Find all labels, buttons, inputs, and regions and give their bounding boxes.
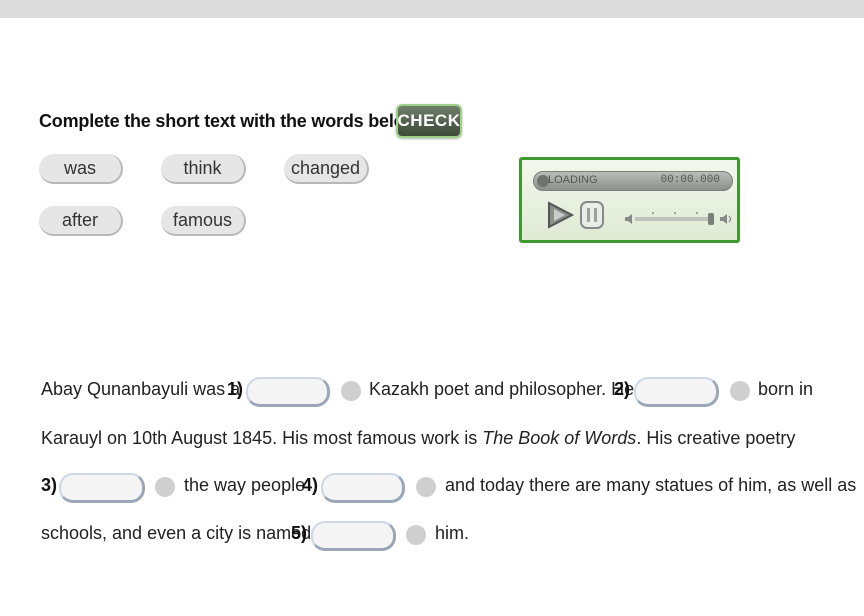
answer-gap-1[interactable] — [246, 377, 330, 407]
answer-indicator-2 — [730, 381, 750, 401]
passage-text-3a: the way people — [184, 475, 306, 495]
pause-icon[interactable] — [579, 200, 605, 230]
answer-gap-3[interactable] — [59, 473, 145, 503]
book-title: The Book of Words — [482, 428, 637, 448]
word-chip-after[interactable]: after — [39, 206, 123, 236]
play-icon[interactable] — [545, 200, 575, 230]
passage-text-2a: Karauyl on 10th August 1845. His most fa… — [41, 428, 478, 448]
passage-text-1a: Abay Qunanbayuli was a — [41, 379, 241, 399]
passage-line-2: Karauyl on 10th August 1845. His most fa… — [41, 428, 795, 449]
gap-number-1: 1) — [227, 379, 244, 399]
word-chip-think[interactable]: think — [161, 154, 246, 184]
gap-number-2: 2) — [614, 379, 631, 399]
answer-gap-4[interactable] — [321, 473, 405, 503]
answer-indicator-5 — [406, 525, 426, 545]
passage-text-3b: and today there are many statues of him,… — [445, 475, 857, 495]
gap-number-3: 3) — [41, 475, 58, 495]
volume-slider[interactable] — [625, 209, 735, 229]
audio-player: LOADING 00:00.000 — [519, 157, 740, 243]
top-bar — [0, 0, 864, 18]
gap-number-5: 5) — [291, 523, 308, 543]
passage-text-4a: schools, and even a city is named — [41, 523, 312, 543]
answer-gap-5[interactable] — [311, 521, 396, 551]
progress-bar[interactable]: LOADING 00:00.000 — [533, 171, 733, 191]
passage-text-2b: . His creative poetry — [636, 428, 796, 448]
word-chip-was[interactable]: was — [39, 154, 123, 184]
passage-text-1c: born in — [758, 379, 814, 399]
answer-indicator-4 — [416, 477, 436, 497]
passage-text-4b: him. — [435, 523, 470, 543]
time-display: 00:00.000 — [660, 174, 720, 186]
answer-indicator-1 — [341, 381, 361, 401]
instruction-text: Complete the short text with the words b… — [39, 111, 423, 131]
answer-indicator-3 — [155, 477, 175, 497]
check-button[interactable]: CHECK — [396, 104, 462, 138]
word-chip-famous[interactable]: famous — [161, 206, 246, 236]
gap-number-4: 4) — [302, 475, 319, 495]
passage-text-1b: Kazakh poet and philosopher. He — [369, 379, 635, 399]
word-chip-changed[interactable]: changed — [284, 154, 369, 184]
answer-gap-2[interactable] — [634, 377, 719, 407]
loading-label: LOADING — [548, 174, 598, 186]
